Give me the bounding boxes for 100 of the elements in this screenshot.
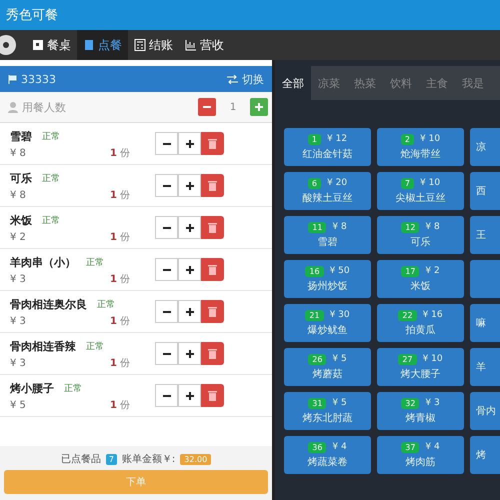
trash-icon <box>208 138 217 149</box>
nav-tab[interactable]: 餐桌 <box>26 30 77 60</box>
category-tab[interactable]: 主食 <box>419 66 455 100</box>
category-tab[interactable]: 饮料 <box>383 66 419 100</box>
category-tab[interactable]: 我是 <box>455 66 491 100</box>
minus-button[interactable] <box>155 258 178 281</box>
plus-button[interactable] <box>178 132 201 155</box>
dish-number: 37 <box>401 442 420 452</box>
dish-name: 羊肉串（小） <box>10 254 76 270</box>
dish-card[interactable]: 27 ¥ 10 烤大腰子 <box>377 348 464 386</box>
dish-name: 尖椒土豆丝 <box>396 192 446 204</box>
plus-button[interactable] <box>178 174 201 197</box>
dish-number: 17 <box>401 266 420 276</box>
dish-name: 扬州炒饭 <box>308 280 348 292</box>
category-tab[interactable]: 全部 <box>275 66 311 100</box>
category-tab[interactable]: 凉菜 <box>311 66 347 100</box>
dish-price: ¥ 30 <box>330 310 350 320</box>
dish-price: ¥ 8 <box>332 222 347 232</box>
plus-icon <box>186 140 194 148</box>
dish-card[interactable]: 36 ¥ 4 烤蔬菜卷 <box>284 436 371 474</box>
dish-status: 正常 <box>86 256 104 268</box>
dish-card[interactable]: 37 ¥ 4 烤肉筋 <box>377 436 464 474</box>
minus-button[interactable] <box>155 132 178 155</box>
dish-price: ¥ 2 <box>425 266 440 276</box>
dish-card[interactable]: 1 ¥ 12 红油金针菇 <box>284 128 371 166</box>
dish-name: 凉 <box>476 140 486 154</box>
minus-button[interactable] <box>155 174 178 197</box>
dish-quantity: 1 份 <box>110 357 132 371</box>
dish-quantity: 1 份 <box>110 273 132 287</box>
trash-icon <box>208 264 217 275</box>
dish-number: 11 <box>308 222 326 232</box>
dish-name: 西 <box>476 185 486 198</box>
dish-name: 羊 <box>476 361 486 374</box>
nav-tab[interactable]: 营收 <box>179 30 230 60</box>
minus-icon <box>203 106 211 108</box>
minus-button[interactable] <box>155 342 178 365</box>
dish-name: 烤小腰子 <box>10 380 54 396</box>
dish-card[interactable]: 11 ¥ 8 雪碧 <box>284 216 371 254</box>
dish-quantity: 1 份 <box>110 189 132 203</box>
dish-quantity: 1 份 <box>110 399 132 413</box>
dish-number: 6 <box>308 178 322 188</box>
dish-status: 正常 <box>42 214 60 226</box>
dish-price: ¥ 10 <box>420 134 440 144</box>
dish-status: 正常 <box>42 130 60 142</box>
minus-button[interactable] <box>155 384 178 407</box>
dish-status: 正常 <box>97 298 115 310</box>
dish-card[interactable]: 22 ¥ 16 拍黄瓜 <box>377 304 464 342</box>
nav-tab[interactable]: 结账 <box>128 30 179 60</box>
dish-card[interactable]: 2 ¥ 10 炝海带丝 <box>377 128 464 166</box>
dish-price: ¥ 8 <box>10 190 27 200</box>
dish-price: ¥ 3 <box>10 274 27 284</box>
dish-card[interactable]: 6 ¥ 20 酸辣土豆丝 <box>284 172 371 210</box>
dish-card[interactable]: 31 ¥ 5 烤东北肘蔬 <box>284 392 371 430</box>
dish-number: 36 <box>308 442 326 452</box>
guests-field[interactable]: 1 <box>216 98 250 116</box>
dish-card[interactable]: 26 ¥ 5 烤蘑菇 <box>284 348 371 386</box>
dish-card[interactable]: 骨内 <box>470 392 500 430</box>
minus-icon <box>162 184 170 186</box>
dish-card[interactable]: 12 ¥ 8 可乐 <box>377 216 464 254</box>
dish-card[interactable]: 7 ¥ 10 尖椒土豆丝 <box>377 172 464 210</box>
dish-price: ¥ 16 <box>422 310 443 320</box>
plus-button[interactable] <box>178 216 201 239</box>
plus-button[interactable] <box>178 342 201 365</box>
plus-icon <box>186 182 194 190</box>
dish-name: 米饭 <box>10 212 32 228</box>
nav-tab[interactable]: 点餐 <box>77 30 128 60</box>
dish-name: 酸辣土豆丝 <box>302 192 352 204</box>
switch-button[interactable]: 切换 <box>227 72 264 86</box>
dish-card[interactable]: 17 ¥ 2 米饭 <box>377 260 464 298</box>
trash-icon <box>208 180 217 191</box>
submit-button[interactable]: 下单 <box>4 470 268 494</box>
book-icon <box>83 39 95 51</box>
dish-card[interactable]: 王 <box>470 216 500 254</box>
plus-button[interactable] <box>178 384 201 407</box>
minus-button[interactable] <box>155 300 178 323</box>
dish-name: 爆炒鱿鱼 <box>308 324 348 336</box>
dish-card[interactable]: 嘛 <box>470 304 500 342</box>
dish-card[interactable]: 16 ¥ 50 扬州炒饭 <box>284 260 371 298</box>
dish-number: 27 <box>398 354 417 364</box>
dish-name: 嘛 <box>476 316 486 330</box>
dish-card[interactable]: 32 ¥ 3 烤青椒 <box>377 392 464 430</box>
dish-card[interactable]: 西 <box>470 172 500 210</box>
plus-button[interactable] <box>178 258 201 281</box>
dish-card[interactable]: 羊 <box>470 348 500 386</box>
table-number: 33333 <box>21 72 56 86</box>
dish-price: ¥ 5 <box>332 354 347 364</box>
dish-name: 雪碧 <box>10 128 32 144</box>
dish-name: 雪碧 <box>318 236 338 248</box>
dish-price: ¥ 8 <box>10 148 27 158</box>
minus-button[interactable] <box>155 216 178 239</box>
plus-icon <box>255 103 263 111</box>
dish-card[interactable]: 烤 <box>470 436 500 474</box>
dish-card[interactable]: 凉 <box>470 128 500 166</box>
dish-name: 烤蘑菇 <box>312 368 342 380</box>
dish-card[interactable]: 21 ¥ 30 爆炒鱿鱼 <box>284 304 371 342</box>
dish-price: ¥ 5 <box>332 398 347 408</box>
count-label: 已点餐品 <box>60 452 101 466</box>
dish-price: ¥ 20 <box>327 178 348 188</box>
category-tab[interactable]: 热菜 <box>347 66 383 100</box>
plus-button[interactable] <box>178 300 201 323</box>
